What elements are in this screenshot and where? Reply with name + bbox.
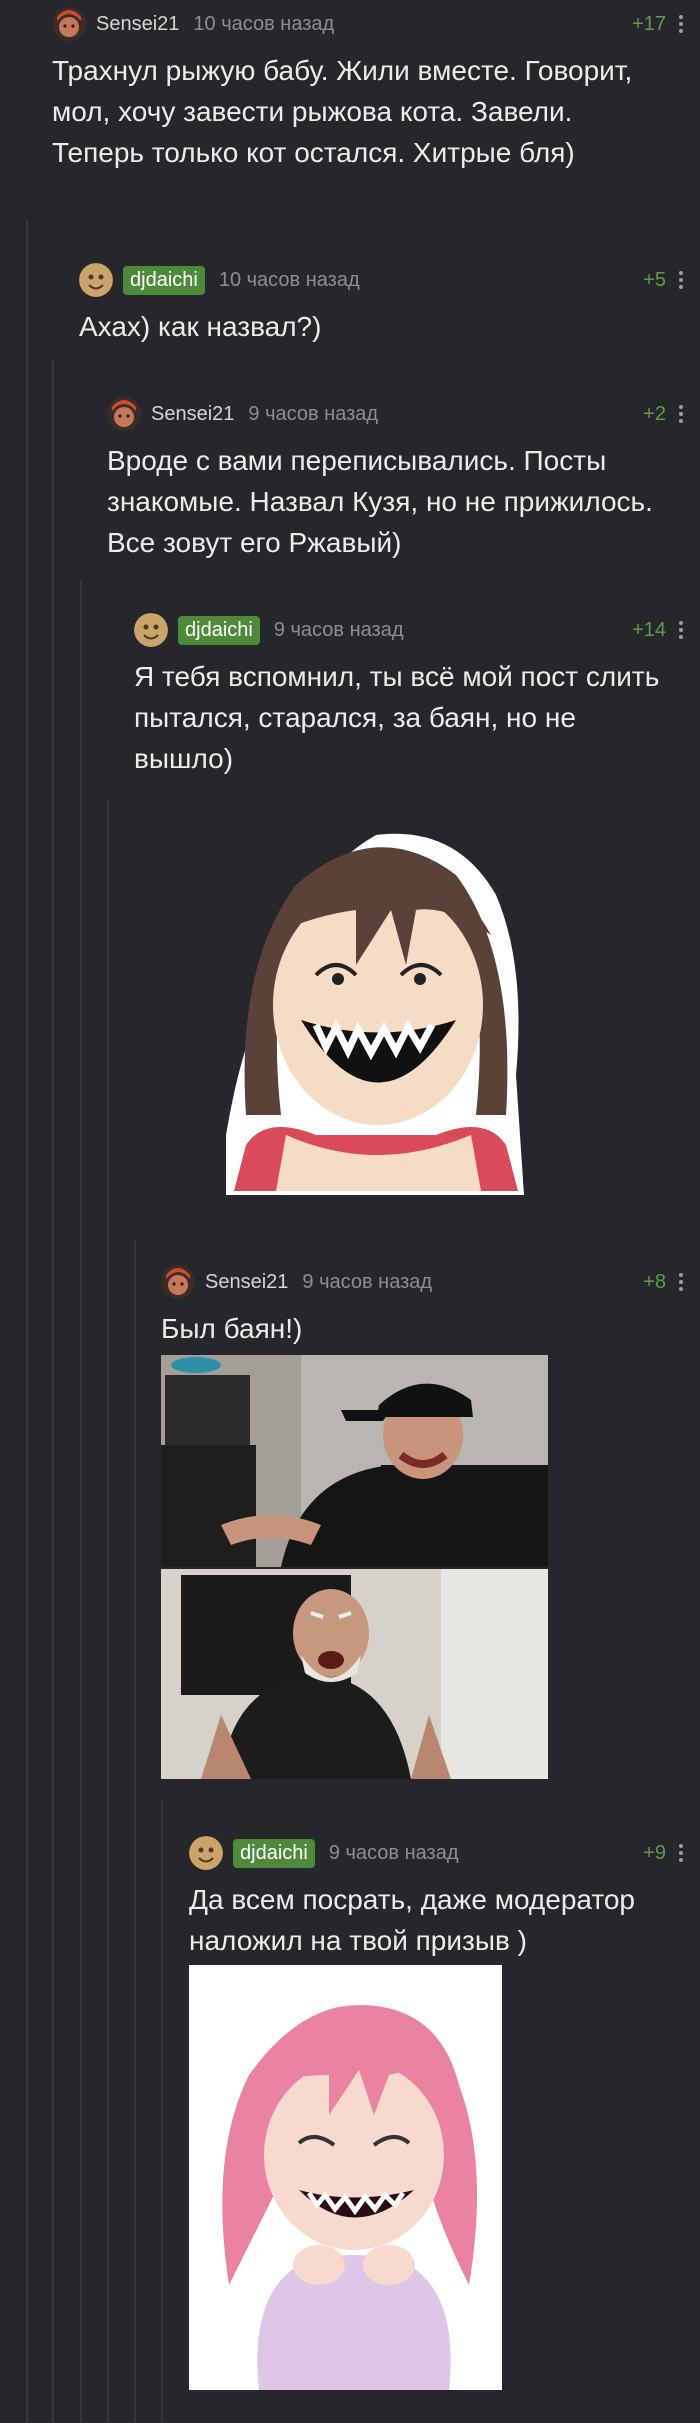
comment-text: Вроде с вами переписывались. Посты знако… — [107, 445, 653, 558]
comment-text: Да всем посрать, даже модератор наложил … — [189, 1884, 636, 1956]
more-vertical-icon[interactable] — [678, 268, 684, 292]
more-vertical-icon[interactable] — [678, 402, 684, 426]
comment-rating: +17 — [632, 13, 666, 35]
more-vertical-icon[interactable] — [678, 1841, 684, 1865]
comment-header: Sensei21 10 часов назад +17 — [52, 4, 700, 44]
comment-text: Был баян!) — [161, 1313, 303, 1344]
comment-image-pink-hair-girl[interactable] — [189, 1965, 502, 2390]
comment-header: djdaichi 9 часов назад +9 — [189, 1833, 700, 1873]
comment-author[interactable]: Sensei21 — [205, 1271, 288, 1294]
comment-rating: +8 — [643, 1271, 666, 1293]
comment-author[interactable]: djdaichi — [233, 1838, 315, 1868]
comment-rating: +2 — [643, 403, 666, 425]
comment-text: Ахах) как назвал?) — [79, 311, 322, 342]
comment-time[interactable]: 10 часов назад — [219, 269, 360, 292]
comment-header: djdaichi 10 часов назад +5 — [79, 260, 700, 300]
comment-time[interactable]: 9 часов назад — [274, 619, 404, 642]
more-vertical-icon[interactable] — [678, 12, 684, 36]
thread-branch-line[interactable] — [26, 220, 28, 2423]
avatar[interactable] — [134, 613, 168, 647]
comment: Sensei21 9 часов назад +8 Был баян!) — [161, 1262, 700, 1349]
comment-time[interactable]: 9 часов назад — [248, 403, 378, 426]
comment: djdaichi 9 часов назад +14 Я тебя вспомн… — [134, 610, 700, 779]
comment: Sensei21 9 часов назад +2 Вроде с вами п… — [107, 394, 700, 563]
thread-branch-line[interactable] — [107, 800, 109, 2423]
comment-author[interactable]: Sensei21 — [151, 403, 234, 426]
comment-header: Sensei21 9 часов назад +2 — [107, 394, 700, 434]
comment-image-shouting-men[interactable] — [161, 1355, 548, 1779]
comment-rating: +14 — [632, 619, 666, 641]
comment-rating: +9 — [643, 1842, 666, 1864]
comment-time[interactable]: 9 часов назад — [302, 1271, 432, 1294]
comment-author[interactable]: djdaichi — [178, 615, 260, 645]
more-vertical-icon[interactable] — [678, 618, 684, 642]
comment-author[interactable]: djdaichi — [123, 265, 205, 295]
comment-text: Я тебя вспомнил, ты всё мой пост слить п… — [134, 661, 660, 774]
comment-author[interactable]: Sensei21 — [96, 13, 179, 36]
comment: Sensei21 10 часов назад +17 Трахнул рыжу… — [52, 4, 700, 173]
comment-rating: +5 — [643, 269, 666, 291]
avatar[interactable] — [189, 1836, 223, 1870]
comment-time[interactable]: 10 часов назад — [193, 13, 334, 36]
comment-header: djdaichi 9 часов назад +14 — [134, 610, 700, 650]
comment-time[interactable]: 9 часов назад — [329, 1842, 459, 1865]
avatar[interactable] — [107, 397, 141, 431]
avatar[interactable] — [79, 263, 113, 297]
comment-header: Sensei21 9 часов назад +8 — [161, 1262, 700, 1302]
more-vertical-icon[interactable] — [678, 1270, 684, 1294]
comment: djdaichi 9 часов назад +9 Да всем посрат… — [189, 1833, 700, 1961]
thread-branch-line[interactable] — [134, 1240, 136, 2423]
thread-branch-line[interactable] — [80, 580, 82, 2423]
comment-text: Трахнул рыжую бабу. Жили вместе. Говорит… — [52, 55, 633, 168]
avatar[interactable] — [52, 7, 86, 41]
thread-branch-line[interactable] — [52, 360, 54, 2423]
thread-branch-line[interactable] — [161, 1800, 163, 2423]
comment-image-trollface-girl[interactable] — [206, 815, 544, 1199]
avatar[interactable] — [161, 1265, 195, 1299]
comment: djdaichi 10 часов назад +5 Ахах) как наз… — [79, 260, 700, 347]
comment-thread: Sensei21 10 часов назад +17 Трахнул рыжу… — [0, 0, 700, 2423]
